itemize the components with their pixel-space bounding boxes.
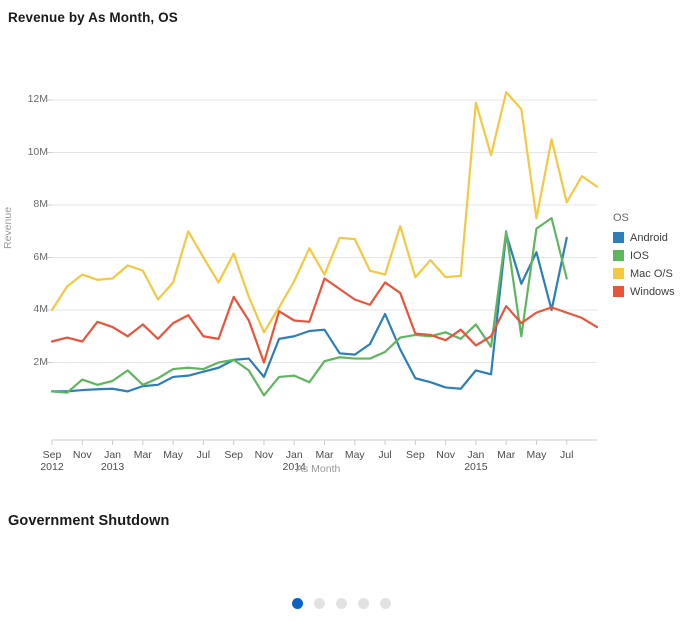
y-tick-label: 4M bbox=[33, 303, 48, 315]
y-tick-label: 6M bbox=[33, 250, 48, 263]
y-axis-title: Revenue bbox=[2, 206, 14, 249]
legend-item-label: IOS bbox=[630, 249, 649, 262]
x-tick-label: Nov bbox=[254, 449, 274, 461]
carousel-dot-2[interactable] bbox=[314, 598, 325, 609]
x-tick-label: Sep 2012 bbox=[40, 449, 64, 473]
legend-color-swatch bbox=[613, 268, 624, 279]
legend-color-swatch bbox=[613, 250, 624, 261]
x-tick-label: Nov bbox=[72, 449, 92, 461]
legend-item-mac-o-s[interactable]: Mac O/S bbox=[613, 267, 683, 280]
series-line-ios[interactable] bbox=[50, 217, 568, 397]
legend-item-windows[interactable]: Windows bbox=[613, 285, 683, 298]
x-tick-label: Jan 2013 bbox=[100, 449, 125, 473]
legend-color-swatch bbox=[613, 232, 624, 243]
legend-item-android[interactable]: Android bbox=[613, 231, 683, 244]
legend-item-ios[interactable]: IOS bbox=[613, 249, 683, 262]
x-tick-label: Mar bbox=[133, 449, 152, 461]
carousel-dot-5[interactable] bbox=[380, 598, 391, 609]
x-tick-label: May bbox=[163, 449, 184, 461]
chart-axis-lines bbox=[47, 99, 597, 445]
x-tick-label: Jan 2015 bbox=[464, 449, 488, 473]
x-tick-label: Sep bbox=[405, 449, 425, 461]
legend-item-label: Mac O/S bbox=[630, 267, 673, 280]
government-shutdown-title: Government Shutdown bbox=[8, 513, 170, 529]
x-axis-title: As Month bbox=[296, 463, 341, 475]
chart-series-lines bbox=[50, 91, 599, 397]
legend-color-swatch bbox=[613, 286, 624, 297]
revenue-line-chart: 2M 4M 6M 8M 10M 12M Sep 2012 Nov Jan 2013 Mar May Ju… bbox=[0, 34, 683, 484]
x-tick-label: Jul bbox=[196, 449, 211, 461]
x-tick-label: Jul bbox=[378, 449, 392, 461]
carousel-dot-4[interactable] bbox=[358, 598, 369, 609]
x-tick-label: Nov bbox=[436, 449, 455, 461]
y-tick-label: 2M bbox=[33, 355, 48, 368]
y-tick-label: 10M bbox=[27, 145, 48, 158]
x-tick-label: May bbox=[344, 449, 365, 461]
x-tick-label: May bbox=[526, 449, 547, 461]
dashboard-root: Revenue by As Month, OS 2M 4M 6M 8M 10M 12M S… bbox=[0, 0, 683, 621]
legend-item-label: Android bbox=[630, 231, 668, 244]
x-tick-label: Sep bbox=[224, 449, 243, 461]
carousel-dot-1[interactable] bbox=[292, 598, 303, 609]
legend-title: OS bbox=[613, 212, 629, 224]
chart-gridlines bbox=[52, 99, 597, 363]
legend-items: Android IOS Mac O/S Windows bbox=[613, 231, 683, 298]
x-tick-label: Mar bbox=[497, 449, 516, 461]
chart-legend: OS Android IOS Mac O/S Windows bbox=[613, 212, 683, 303]
carousel-pagination[interactable] bbox=[0, 598, 683, 609]
y-tick-label: 12M bbox=[27, 93, 48, 105]
chart-plot-svg bbox=[47, 91, 599, 445]
carousel-dot-3[interactable] bbox=[336, 598, 347, 609]
legend-item-label: Windows bbox=[630, 285, 675, 298]
x-tick-label: Jul bbox=[560, 449, 574, 461]
y-tick-label: 8M bbox=[33, 198, 48, 210]
x-tick-label: Mar bbox=[315, 449, 334, 461]
x-axis-ticks: Sep 2012 Nov Jan 2013 Mar May Jul Sep Nov Jan 2014 M… bbox=[0, 34, 683, 473]
page-title: Revenue by As Month, OS bbox=[8, 10, 178, 25]
